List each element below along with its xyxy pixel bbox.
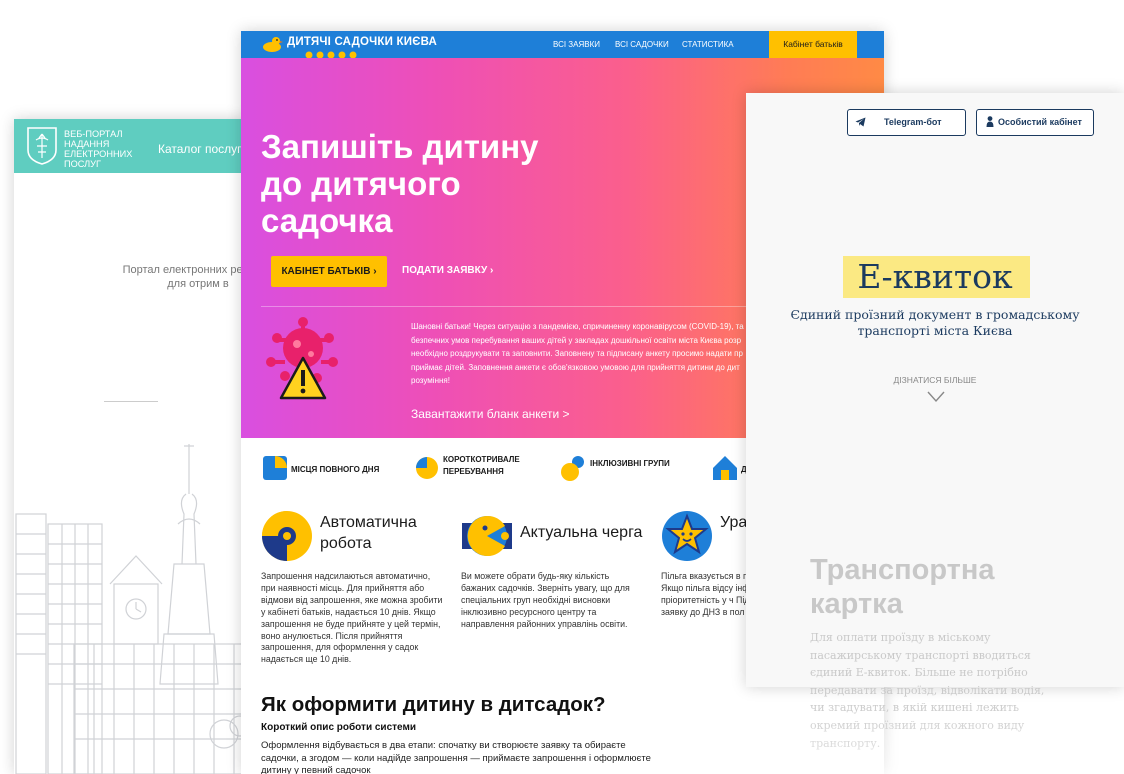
nav-all-requests[interactable]: ВСІ ЗАЯВКИ	[553, 40, 600, 49]
user-icon	[986, 116, 994, 127]
inclusive-groups-icon	[561, 456, 584, 481]
portal-description: Портал електронних ресурсів для отрим в	[122, 264, 250, 290]
column-automatic: Автоматична робота Запрошення надсилають…	[261, 510, 451, 690]
personal-cabinet-label: Особистий кабінет	[998, 117, 1082, 127]
brand-name: ДИТЯЧІ САДОЧКИ КИЄВА	[287, 36, 438, 48]
learn-more-link[interactable]: ДІЗНАТИСЯ БІЛЬШЕ	[746, 375, 1124, 385]
chevron-down-icon[interactable]	[927, 391, 945, 403]
nav-statistics[interactable]: СТАТИСТИКА	[682, 40, 734, 49]
house-icon	[713, 456, 737, 480]
feature-label: МІСЦЯ ПОВНОГО ДНЯ	[291, 465, 380, 474]
telegram-bot-button[interactable]: Telegram-бот	[847, 109, 966, 136]
eticket-title: Е-квиток	[857, 257, 1013, 296]
top-nav: ДИТЯЧІ САДОЧКИ КИЄВА ВСІ ЗАЯВКИ ВСІ САДО…	[241, 31, 884, 59]
clock-gear-icon	[262, 511, 312, 561]
duck-icon	[263, 37, 283, 52]
eticket-subtitle: Єдиний проїзний документ в громадському …	[790, 307, 1080, 338]
nav-parents-cabinet-button[interactable]: Кабінет батьків	[769, 31, 857, 58]
full-day-icon	[263, 456, 287, 480]
how-to-text: Оформлення відбувається в два етапи: спо…	[261, 740, 651, 774]
kyiv-crest-icon[interactable]	[26, 126, 58, 166]
virus-warning-icon	[266, 317, 338, 400]
transport-card-title: Транспортна картка	[810, 554, 995, 620]
feature-full-day[interactable]: МІСЦЯ ПОВНОГО ДНЯ	[261, 454, 401, 484]
column-title: Актуальна черга	[520, 524, 643, 541]
nav-all-kindergartens[interactable]: ВСІ САДОЧКИ	[615, 40, 669, 49]
feature-label: ІНКЛЮЗИВНІ ГРУПИ	[590, 459, 670, 468]
star-badge-icon	[662, 511, 712, 561]
column-queue: Актуальна черга Ви можете обрати будь-як…	[461, 510, 651, 690]
telegram-bot-label: Telegram-бот	[884, 117, 942, 127]
parents-cabinet-button[interactable]: КАБІНЕТ БАТЬКІВ ›	[271, 256, 387, 287]
feature-inclusive-groups[interactable]: ІНКЛЮЗИВНІ ГРУПИ	[560, 454, 700, 484]
feature-short-stay[interactable]: КОРОТКОТРИВАЛЕ ПЕРЕБУВАННЯ	[413, 454, 553, 484]
download-form-link[interactable]: Завантажити бланк анкети >	[411, 407, 569, 421]
how-to-title: Як оформити дитину в дитсадок?	[261, 693, 606, 716]
short-stay-icon	[416, 457, 438, 479]
queue-icon	[462, 516, 512, 556]
personal-cabinet-button[interactable]: Особистий кабінет	[976, 109, 1094, 136]
portal-header: ВЕБ-ПОРТАЛ НАДАННЯ ЕЛЕКТРОННИХ ПОСЛУГ Ка…	[14, 119, 250, 173]
column-text: Запрошення надсилаються автоматично, при…	[261, 571, 443, 665]
how-to-subtitle: Короткий опис роботи системи	[261, 722, 417, 733]
covid-notice-text: Шановні батьки! Через ситуацію з пандемі…	[411, 322, 744, 385]
portal-logo-text[interactable]: ВЕБ-ПОРТАЛ НАДАННЯ ЕЛЕКТРОННИХ ПОСЛУГ	[64, 129, 144, 169]
hero-title: Запишіть дитину до дитячого садочка	[261, 128, 539, 239]
transport-card-text: Для оплати проїзду в міському пасажирськ…	[810, 631, 1045, 750]
portal-window: ВЕБ-ПОРТАЛ НАДАННЯ ЕЛЕКТРОННИХ ПОСЛУГ Ка…	[14, 119, 250, 774]
divider	[104, 401, 158, 402]
column-title: Автоматична робота	[320, 514, 417, 552]
kyiv-city-illustration	[15, 444, 250, 774]
submit-application-link[interactable]: ПОДАТИ ЗАЯВКУ ›	[402, 265, 493, 276]
column-text: Ви можете обрати будь-яку кількість бажа…	[461, 571, 630, 629]
nav-catalog-link[interactable]: Каталог послуг	[158, 142, 242, 156]
telegram-icon	[855, 117, 866, 127]
feature-label: КОРОТКОТРИВАЛЕ ПЕРЕБУВАННЯ	[443, 455, 520, 476]
